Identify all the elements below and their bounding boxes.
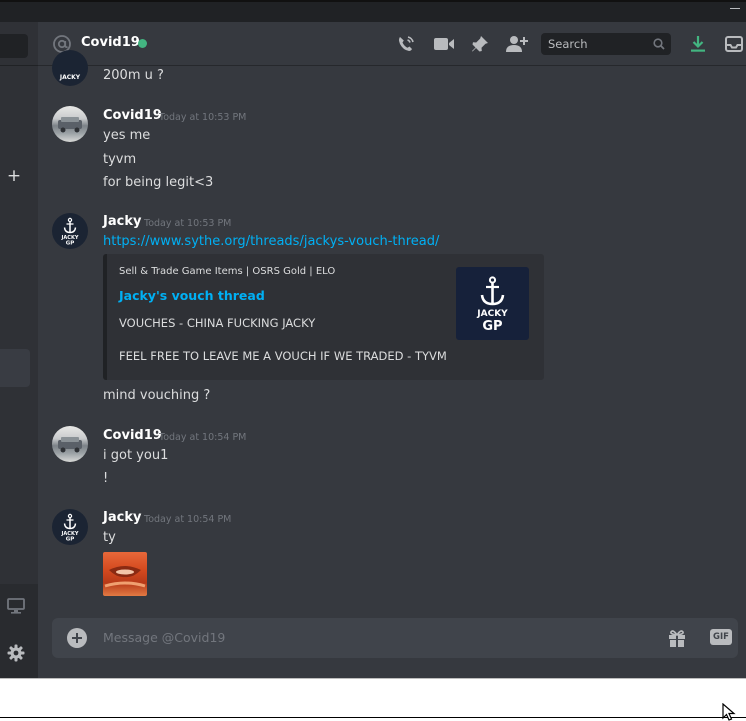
chat-header: Covid19 Search (38, 22, 746, 66)
mouse-cursor-icon (722, 703, 736, 721)
embed-provider[interactable]: Sell & Trade Game Items | OSRS Gold | EL… (119, 266, 335, 277)
channel-sidebar: + (0, 22, 38, 678)
add-friend-icon[interactable] (505, 34, 529, 54)
monitor-icon[interactable] (7, 598, 25, 614)
link-embed: Sell & Trade Game Items | OSRS Gold | EL… (103, 254, 544, 380)
call-icon[interactable] (396, 34, 416, 54)
message-text: for being legit<3 (103, 175, 214, 190)
avatar[interactable]: JACKY GP (52, 213, 88, 249)
sidebar-divider (0, 65, 38, 66)
anchor-icon (480, 276, 505, 306)
create-dm-button[interactable]: + (6, 166, 22, 186)
message-text: tyvm (103, 152, 137, 167)
search-placeholder: Search (548, 37, 588, 51)
find-conversation-input[interactable] (0, 34, 28, 58)
car-photo-icon (58, 437, 82, 453)
message-text: i got you1 (103, 448, 169, 463)
message-author[interactable]: Covid19 (103, 108, 162, 123)
download-icon[interactable] (688, 34, 708, 54)
svg-text:JACKY: JACKY (59, 74, 81, 81)
gif-button[interactable]: GIF (710, 629, 732, 645)
message-timestamp: Today at 10:53 PM (144, 218, 232, 229)
message-list: JACKY 200m u ? Covid19 Today at 10:53 PM… (38, 50, 746, 614)
gear-icon[interactable] (7, 644, 25, 662)
svg-text:GP: GP (66, 241, 75, 247)
message-text: ! (103, 471, 109, 486)
message-link[interactable]: https://www.sythe.org/threads/jackys-vou… (103, 234, 439, 249)
selected-dm-item[interactable] (0, 349, 30, 387)
message-text: mind vouching ? (103, 388, 211, 403)
window-titlebar (0, 0, 746, 22)
message-text: ty (103, 530, 116, 545)
embed-description: VOUCHES - CHINA FUCKING JACKY (119, 316, 316, 330)
page-title: Covid19 (81, 35, 140, 50)
avatar[interactable]: JACKY GP (52, 509, 88, 545)
online-status-dot (138, 39, 147, 48)
embed-thumbnail[interactable]: JACKY GP (456, 267, 529, 340)
message-author[interactable]: Jacky (103, 214, 141, 229)
embed-description: FEEL FREE TO LEAVE ME A VOUCH IF WE TRAD… (119, 349, 447, 363)
svg-text:GP: GP (66, 537, 75, 543)
message-timestamp: Today at 10:54 PM (144, 514, 232, 525)
search-input[interactable]: Search (541, 33, 671, 55)
message-author[interactable]: Covid19 (103, 428, 162, 443)
message-input-placeholder[interactable]: Message @Covid19 (103, 630, 225, 645)
plus-icon (72, 633, 82, 643)
inbox-icon[interactable] (724, 34, 744, 54)
face-image-icon (104, 566, 146, 588)
anchor-icon: JACKY (59, 74, 81, 81)
bottom-border-line (0, 717, 746, 718)
message-composer[interactable]: Message @Covid19 GIF (52, 618, 738, 658)
anchor-icon: JACKY GP (61, 217, 79, 247)
message-timestamp: Today at 10:53 PM (159, 112, 247, 123)
message-text: yes me (103, 128, 151, 143)
minimize-button[interactable] (730, 8, 740, 9)
avatar[interactable] (52, 426, 88, 462)
avatar[interactable]: JACKY (52, 50, 88, 86)
search-icon (653, 38, 665, 50)
message-timestamp: Today at 10:54 PM (159, 432, 247, 443)
embed-title-link[interactable]: Jacky's vouch thread (119, 288, 265, 303)
car-photo-icon (58, 117, 82, 133)
add-attachment-button[interactable] (67, 628, 87, 648)
message-author[interactable]: Jacky (103, 510, 141, 525)
message-text: 200m u ? (103, 68, 164, 83)
window-bottom-edge (0, 678, 746, 720)
gift-icon[interactable] (667, 628, 687, 648)
thumbnail-text: GP (482, 319, 503, 334)
video-icon[interactable] (433, 34, 455, 54)
attached-image[interactable] (103, 552, 147, 596)
anchor-icon: JACKY GP (61, 513, 79, 543)
avatar[interactable] (52, 106, 88, 142)
chat-main: Covid19 Search JACKY 200m u ? Covid19 To… (38, 22, 746, 678)
pin-icon[interactable] (470, 34, 490, 54)
thumbnail-text: JACKY (477, 309, 508, 319)
